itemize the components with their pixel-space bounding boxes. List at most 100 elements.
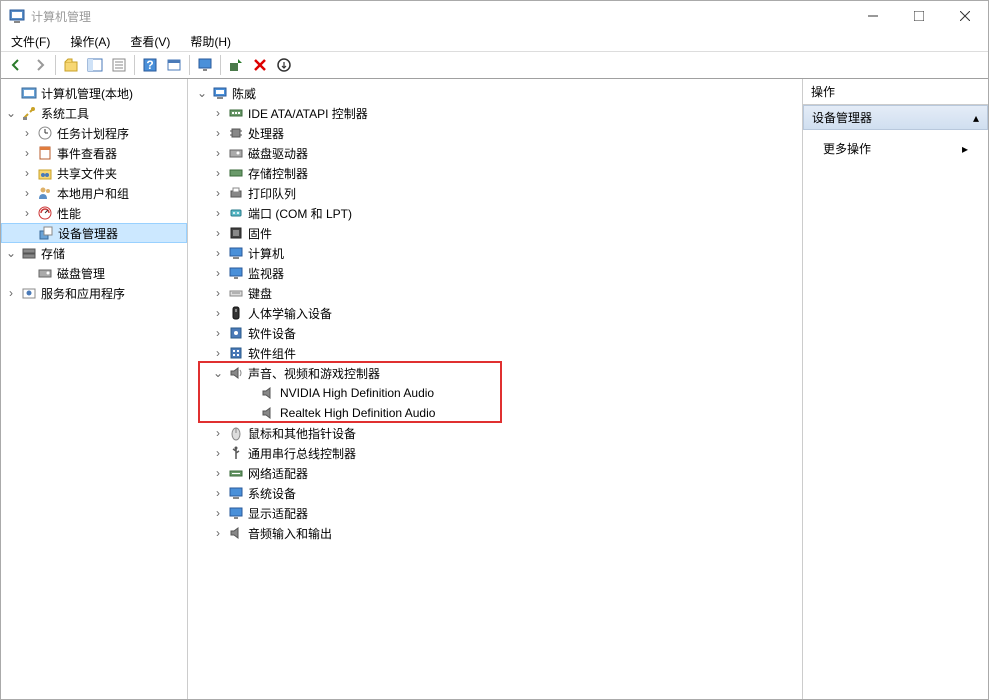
- chevron-right-icon[interactable]: ›: [210, 205, 226, 221]
- navigation-tree[interactable]: 计算机管理(本地) ⌄ 系统工具 › 任务计划程序 › 事件查看器 › 共享文件…: [1, 79, 188, 699]
- chevron-right-icon[interactable]: ›: [210, 345, 226, 361]
- chevron-right-icon[interactable]: ›: [210, 505, 226, 521]
- component-icon: [228, 345, 244, 361]
- device-usb[interactable]: › 通用串行总线控制器: [188, 443, 802, 463]
- chevron-right-icon[interactable]: ›: [210, 305, 226, 321]
- chevron-right-icon[interactable]: ›: [210, 465, 226, 481]
- tree-shared-folders[interactable]: › 共享文件夹: [1, 163, 187, 183]
- properties-button[interactable]: [108, 54, 130, 76]
- chevron-down-icon[interactable]: ⌄: [194, 85, 210, 101]
- chevron-right-icon[interactable]: ›: [210, 125, 226, 141]
- device-firmware[interactable]: › 固件: [188, 223, 802, 243]
- device-hid[interactable]: › 人体学输入设备: [188, 303, 802, 323]
- chevron-right-icon[interactable]: ›: [210, 285, 226, 301]
- chevron-right-icon[interactable]: ›: [210, 165, 226, 181]
- chevron-right-icon[interactable]: ›: [19, 165, 35, 181]
- chevron-down-icon[interactable]: ⌄: [3, 245, 19, 261]
- hid-icon: [228, 305, 244, 321]
- chevron-right-icon[interactable]: ›: [210, 525, 226, 541]
- uninstall-button[interactable]: [249, 54, 271, 76]
- pc-icon: [228, 245, 244, 261]
- chevron-right-icon[interactable]: ›: [210, 425, 226, 441]
- device-display-adapter[interactable]: › 显示适配器: [188, 503, 802, 523]
- menu-action[interactable]: 操作(A): [66, 31, 114, 52]
- chevron-right-icon[interactable]: ›: [19, 145, 35, 161]
- chevron-right-icon[interactable]: ›: [210, 445, 226, 461]
- disk-icon: [37, 265, 53, 281]
- tree-services[interactable]: › 服务和应用程序: [1, 283, 187, 303]
- chevron-right-icon[interactable]: ›: [19, 125, 35, 141]
- tree-disk-management[interactable]: 磁盘管理: [1, 263, 187, 283]
- storage-ctrl-icon: [228, 165, 244, 181]
- device-cpu[interactable]: › 处理器: [188, 123, 802, 143]
- device-print-queue[interactable]: › 打印队列: [188, 183, 802, 203]
- back-button[interactable]: [5, 54, 27, 76]
- chevron-down-icon[interactable]: ⌄: [3, 105, 19, 121]
- tree-device-manager[interactable]: 设备管理器: [1, 223, 187, 243]
- gpu-icon: [228, 505, 244, 521]
- forward-button[interactable]: [29, 54, 51, 76]
- device-audio-io[interactable]: › 音频输入和输出: [188, 523, 802, 543]
- menu-help[interactable]: 帮助(H): [186, 31, 235, 52]
- show-hide-tree-button[interactable]: [84, 54, 106, 76]
- tree-event-viewer[interactable]: › 事件查看器: [1, 143, 187, 163]
- device-storage-ctrl[interactable]: › 存储控制器: [188, 163, 802, 183]
- firmware-icon: [228, 225, 244, 241]
- device-audio-category[interactable]: ⌄ 声音、视频和游戏控制器: [188, 363, 802, 383]
- chevron-right-icon[interactable]: ›: [19, 205, 35, 221]
- chevron-down-icon[interactable]: ⌄: [210, 365, 226, 381]
- enable-device-button[interactable]: [273, 54, 295, 76]
- actions-section[interactable]: 设备管理器 ▴: [803, 105, 988, 130]
- chevron-right-icon[interactable]: ›: [210, 265, 226, 281]
- minimize-button[interactable]: [850, 1, 896, 31]
- collapse-icon[interactable]: ▴: [973, 111, 979, 125]
- device-computer[interactable]: › 计算机: [188, 243, 802, 263]
- toolbar-icon-1[interactable]: [163, 54, 185, 76]
- tree-local-users[interactable]: › 本地用户和组: [1, 183, 187, 203]
- keyboard-icon: [228, 285, 244, 301]
- chevron-right-icon[interactable]: ›: [210, 185, 226, 201]
- device-network[interactable]: › 网络适配器: [188, 463, 802, 483]
- menu-view[interactable]: 查看(V): [126, 31, 174, 52]
- device-ports[interactable]: › 端口 (COM 和 LPT): [188, 203, 802, 223]
- chevron-right-icon[interactable]: ›: [210, 245, 226, 261]
- device-tree[interactable]: ⌄ 陈威 › IDE ATA/ATAPI 控制器 › 处理器 › 磁盘驱动器 ›: [188, 79, 803, 699]
- device-disk-drives[interactable]: › 磁盘驱动器: [188, 143, 802, 163]
- storage-icon: [21, 245, 37, 261]
- device-software-component[interactable]: › 软件组件: [188, 343, 802, 363]
- help-button[interactable]: ?: [139, 54, 161, 76]
- scan-hardware-button[interactable]: [225, 54, 247, 76]
- device-system[interactable]: › 系统设备: [188, 483, 802, 503]
- chevron-right-icon[interactable]: ›: [3, 285, 19, 301]
- device-nvidia-audio[interactable]: NVIDIA High Definition Audio: [188, 383, 802, 403]
- monitor-icon[interactable]: [194, 54, 216, 76]
- tree-system-tools[interactable]: ⌄ 系统工具: [1, 103, 187, 123]
- menubar: 文件(F) 操作(A) 查看(V) 帮助(H): [1, 31, 988, 51]
- window-title: 计算机管理: [31, 8, 850, 25]
- maximize-button[interactable]: [896, 1, 942, 31]
- device-keyboard[interactable]: › 键盘: [188, 283, 802, 303]
- device-realtek-audio[interactable]: Realtek High Definition Audio: [188, 403, 802, 423]
- device-ide[interactable]: › IDE ATA/ATAPI 控制器: [188, 103, 802, 123]
- tree-storage[interactable]: ⌄ 存储: [1, 243, 187, 263]
- close-button[interactable]: [942, 1, 988, 31]
- app-icon: [9, 8, 25, 24]
- action-more[interactable]: 更多操作 ▸: [803, 136, 988, 161]
- chevron-right-icon[interactable]: ›: [210, 485, 226, 501]
- menu-file[interactable]: 文件(F): [7, 31, 54, 52]
- tree-root[interactable]: 计算机管理(本地): [1, 83, 187, 103]
- up-button[interactable]: [60, 54, 82, 76]
- chevron-right-icon[interactable]: ›: [19, 185, 35, 201]
- chevron-right-icon[interactable]: ›: [210, 325, 226, 341]
- tree-task-scheduler[interactable]: › 任务计划程序: [1, 123, 187, 143]
- chevron-right-icon[interactable]: ›: [210, 225, 226, 241]
- chevron-right-icon[interactable]: ›: [210, 145, 226, 161]
- device-monitor[interactable]: › 监视器: [188, 263, 802, 283]
- printer-icon: [228, 185, 244, 201]
- tree-performance[interactable]: › 性能: [1, 203, 187, 223]
- device-mouse[interactable]: › 鼠标和其他指针设备: [188, 423, 802, 443]
- device-root[interactable]: ⌄ 陈威: [188, 83, 802, 103]
- device-software-device[interactable]: › 软件设备: [188, 323, 802, 343]
- event-icon: [37, 145, 53, 161]
- chevron-right-icon[interactable]: ›: [210, 105, 226, 121]
